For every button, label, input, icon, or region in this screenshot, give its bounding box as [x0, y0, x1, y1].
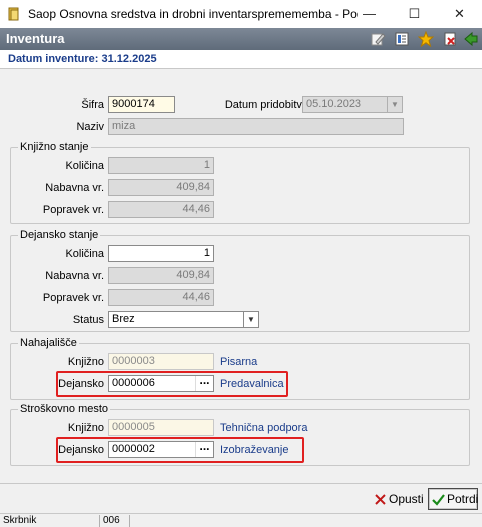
cancel-button[interactable]: Opusti: [370, 488, 424, 510]
app-window: Saop Osnovna sredstva in drobni inventar…: [0, 0, 482, 527]
confirm-button[interactable]: Potrdi: [428, 488, 478, 510]
close-button[interactable]: ✕: [437, 0, 482, 28]
button-bar: Opusti Potrdi: [0, 483, 482, 513]
stroskovno-knjizno-name: Tehnična podpora: [220, 422, 308, 434]
list-icon[interactable]: [394, 31, 410, 47]
stroskovno-knjizno-code: 0000005: [108, 419, 214, 436]
dejansko-nabavna-label: Nabavna vr.: [45, 270, 104, 282]
sifra-label: Šifra: [81, 99, 104, 111]
nahajalisce-title: Nahajališče: [18, 337, 79, 349]
dejansko-stanje-title: Dejansko stanje: [18, 229, 101, 241]
knjizno-nabavna-label: Nabavna vr.: [45, 182, 104, 194]
status-dropdown-chevron-icon[interactable]: ▼: [243, 311, 259, 328]
form-title: Inventura: [6, 31, 65, 46]
dejansko-popravek-label: Popravek vr.: [42, 292, 104, 304]
nahajalisce-lookup-button[interactable]: ...: [195, 374, 213, 391]
stroskovno-dejansko-label: Dejansko: [58, 444, 104, 456]
naziv-label: Naziv: [76, 121, 104, 133]
sifra-field[interactable]: 9000174: [108, 96, 175, 113]
nahajalisce-knjizno-code: 0000003: [108, 353, 214, 370]
form-header: Inventura: [0, 28, 482, 50]
knjizno-nabavna-field: 409,84: [108, 179, 214, 196]
dejansko-kolicina-label: Količina: [65, 248, 104, 260]
stroskovno-lookup-button[interactable]: ...: [195, 440, 213, 457]
stroskovno-mesto-title: Stroškovno mesto: [18, 403, 111, 415]
dejansko-kolicina-field[interactable]: 1: [108, 245, 214, 262]
minimize-button[interactable]: —: [347, 0, 392, 28]
knjizno-kolicina-label: Količina: [65, 160, 104, 172]
knjizno-kolicina-field: 1: [108, 157, 214, 174]
naziv-field: miza: [108, 118, 404, 135]
checkmark-icon: [432, 494, 445, 506]
star-icon[interactable]: [418, 31, 434, 47]
cancel-button-label: Opusti: [389, 492, 424, 506]
confirm-button-label: Potrdi: [447, 492, 479, 506]
app-icon: [8, 7, 19, 21]
cancel-x-icon: [375, 494, 386, 505]
title-bar: Saop Osnovna sredstva in drobni inventar…: [0, 0, 482, 28]
nahajalisce-dejansko-label: Dejansko: [58, 378, 104, 390]
status-bar: Skrbnik 006: [0, 513, 482, 527]
inventory-date-line: Datum inventure: 31.12.2025: [0, 50, 482, 69]
knjizno-popravek-field: 44,46: [108, 201, 214, 218]
edit-icon[interactable]: [370, 31, 386, 47]
chevron-down-icon: ▼: [387, 96, 403, 113]
delete-icon[interactable]: [442, 31, 458, 47]
status-label: Status: [72, 314, 104, 326]
export-icon[interactable]: [463, 31, 479, 47]
knjizno-popravek-label: Popravek vr.: [42, 204, 104, 216]
stroskovno-dejansko-name: Izobraževanje: [220, 444, 289, 456]
datum-pridobitve-label: Datum pridobitve: [224, 99, 308, 111]
inventory-date: Datum inventure: 31.12.2025: [8, 53, 157, 65]
status-user: Skrbnik: [0, 515, 100, 527]
status-select[interactable]: Brez: [108, 311, 244, 328]
dejansko-popravek-field: 44,46: [108, 289, 214, 306]
window-title: Saop Osnovna sredstva in drobni inventar…: [28, 7, 358, 21]
nahajalisce-knjizno-label: Knjižno: [67, 356, 104, 368]
datum-pridobitve-field: 05.10.2023: [302, 96, 388, 113]
status-code: 006: [100, 515, 130, 527]
maximize-button[interactable]: ☐: [392, 0, 437, 28]
dejansko-nabavna-field: 409,84: [108, 267, 214, 284]
stroskovno-knjizno-label: Knjižno: [67, 422, 104, 434]
knjizno-stanje-title: Knjižno stanje: [18, 141, 91, 153]
nahajalisce-knjizno-name: Pisarna: [220, 356, 258, 368]
nahajalisce-dejansko-name: Predavalnica: [220, 378, 284, 390]
